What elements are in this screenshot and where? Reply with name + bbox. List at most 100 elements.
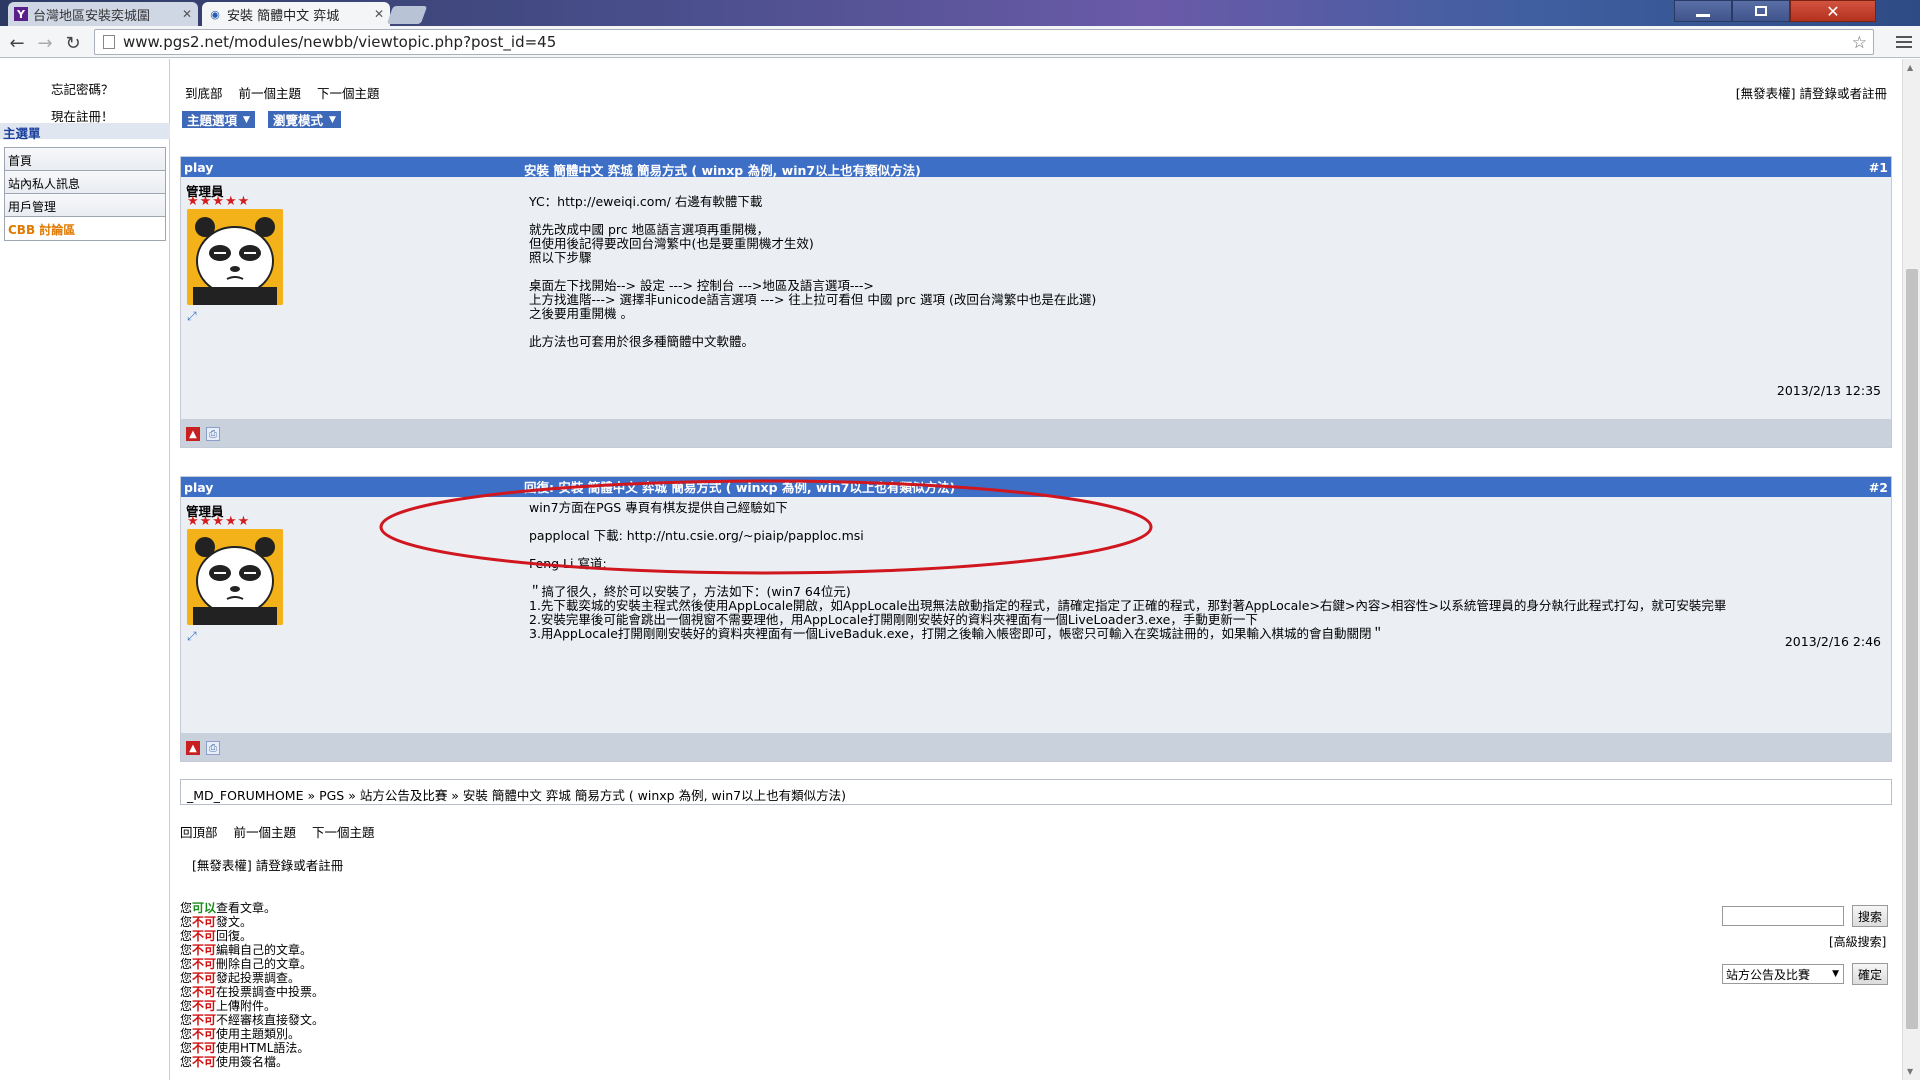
globe-favicon-icon: ◉ xyxy=(210,7,220,21)
prev-topic-link[interactable]: 前一個主題 xyxy=(234,825,297,840)
breadcrumb[interactable]: _MD_FORUMHOME » PGS » 站方公告及比賽 » 安裝 簡體中文 … xyxy=(180,779,1892,805)
dropdown-arrow-icon: ▼ xyxy=(243,114,250,125)
topic-options-dropdown[interactable]: 主題選項 ▼ xyxy=(182,111,255,128)
post-header: play 安裝 簡體中文 弈城 簡易方式 ( winxp 為例, win7以上也… xyxy=(181,157,1891,178)
print-icon[interactable]: ⎙ xyxy=(206,427,220,441)
topic-options-label: 主題選項 xyxy=(187,113,238,128)
post-author[interactable]: play xyxy=(184,480,213,495)
post-timestamp: 2013/2/13 12:35 xyxy=(1776,383,1881,398)
bottom-navigation: 回頂部 前一個主題 下一個主題 xyxy=(180,822,387,841)
avatar xyxy=(187,209,283,305)
scroll-thumb[interactable] xyxy=(1906,269,1918,1029)
search-button[interactable]: 搜索 xyxy=(1852,905,1888,927)
sidebar-item-forum[interactable]: CBB 討論區 xyxy=(5,217,165,240)
window-titlebar: Y 台灣地區安裝奕城圍 ✕ ◉ 安裝 簡體中文 弈城 ✕ ✕ xyxy=(0,0,1920,26)
panda-avatar-icon xyxy=(187,529,283,625)
chrome-menu-icon[interactable] xyxy=(1896,33,1912,51)
tab-1[interactable]: Y 台灣地區安裝奕城圍 ✕ xyxy=(8,2,198,26)
forward-button[interactable]: → xyxy=(34,32,56,54)
post-number[interactable]: #1 xyxy=(1869,160,1888,175)
scroll-up-icon[interactable]: ▲ xyxy=(1907,63,1913,72)
page-icon xyxy=(103,35,115,49)
permission-item: 您不可編輯自己的文章。 xyxy=(180,943,313,957)
address-bar[interactable]: www.pgs2.net/modules/newbb/viewtopic.php… xyxy=(94,29,1874,55)
post-line: 2.安裝完畢後可能會跳出一個視窗不需要理他，用AppLocale打開剛剛安裝好的… xyxy=(529,612,1258,627)
no-post-permission-text[interactable]: [無發表權] 請登錄或者註冊 xyxy=(1736,83,1887,102)
to-top-link[interactable]: 回頂部 xyxy=(180,825,218,840)
main-menu-title: 主選單 xyxy=(0,123,170,141)
forum-jump-select[interactable]: 站方公告及比賽 ▼ xyxy=(1722,964,1844,984)
tab-2-label: 安裝 簡體中文 弈城 xyxy=(227,8,340,24)
next-topic-link[interactable]: 下一個主題 xyxy=(317,86,380,101)
forgot-password-link[interactable]: 忘記密碼？ xyxy=(51,79,114,98)
restore-icon xyxy=(1755,6,1767,16)
print-icon[interactable]: ⎙ xyxy=(206,741,220,755)
pdf-icon[interactable]: ▲ xyxy=(186,427,200,441)
sidebar-item-home[interactable]: 首頁 xyxy=(5,148,165,171)
permission-item: 您不可上傳附件。 xyxy=(180,999,277,1013)
post-line: YC：http://eweiqi.com/ 右邊有軟體下載 xyxy=(529,194,763,209)
permission-item: 您不可在投票調查中投票。 xyxy=(180,985,325,999)
new-tab-button[interactable] xyxy=(386,6,428,24)
url-text: www.pgs2.net/modules/newbb/viewtopic.php… xyxy=(123,33,557,51)
reload-button[interactable]: ↻ xyxy=(62,32,84,54)
search-input[interactable] xyxy=(1722,906,1844,926)
yahoo-favicon-icon: Y xyxy=(14,7,28,21)
permission-item: 您不可發文。 xyxy=(180,915,253,929)
bookmark-star-icon[interactable]: ☆ xyxy=(1852,33,1867,53)
dropdown-arrow-icon: ▼ xyxy=(329,114,336,125)
permission-item: 您可以查看文章。 xyxy=(180,901,277,915)
sidebar-item-user-management[interactable]: 用戶管理 xyxy=(5,194,165,217)
minimize-icon xyxy=(1696,13,1710,17)
post-line: 之後要用重開機 。 xyxy=(529,306,633,321)
left-sidebar: 忘記密碼？ 現在註冊！ 主選單 首頁 站內私人訊息 用戶管理 CBB 討論區 xyxy=(0,59,170,1080)
permission-item: 您不可刪除自己的文章。 xyxy=(180,957,313,971)
permission-item: 您不可不經審核直接發文。 xyxy=(180,1013,325,1027)
chevron-down-icon: ▼ xyxy=(1832,969,1839,979)
view-mode-dropdown[interactable]: 瀏覽模式 ▼ xyxy=(268,111,341,128)
sidebar-item-private-messages[interactable]: 站內私人訊息 xyxy=(5,171,165,194)
permission-item: 您不可使用簽名檔。 xyxy=(180,1055,289,1069)
user-rank-stars: ★★★★★ xyxy=(187,514,251,529)
top-navigation: 到底部 前一個主題 下一個主題 xyxy=(185,83,392,102)
post-line: 照以下步驟 xyxy=(529,250,592,265)
post-line: 就先改成中國 prc 地區語言選項再重開機， xyxy=(529,222,770,237)
vertical-scrollbar[interactable]: ▲ ▼ xyxy=(1902,59,1920,1080)
annotation-ellipse xyxy=(379,479,1153,575)
post-line xyxy=(529,209,1096,223)
view-mode-label: 瀏覽模式 xyxy=(273,113,324,128)
advanced-search-link[interactable]: [高級搜索] xyxy=(1829,933,1886,950)
expand-icon[interactable]: ⤢ xyxy=(187,629,201,643)
reload-icon: ↻ xyxy=(65,32,81,54)
confirm-button[interactable]: 確定 xyxy=(1852,963,1888,985)
permissions-list: 您可以查看文章。 您不可發文。 您不可回復。 您不可編輯自己的文章。 您不可刪除… xyxy=(180,901,324,1069)
tab-2[interactable]: ◉ 安裝 簡體中文 弈城 ✕ xyxy=(202,2,390,26)
no-post-permission-text[interactable]: [無發表權] 請登錄或者註冊 xyxy=(192,855,343,874)
post-title: 安裝 簡體中文 弈城 簡易方式 ( winxp 為例, win7以上也有類似方法… xyxy=(524,163,921,178)
minimize-button[interactable] xyxy=(1674,0,1732,22)
back-arrow-icon: ← xyxy=(9,32,25,54)
post-line: 此方法也可套用於很多種簡體中文軟體。 xyxy=(529,334,755,349)
maximize-button[interactable] xyxy=(1732,0,1790,22)
page-viewport: 忘記密碼？ 現在註冊！ 主選單 首頁 站內私人訊息 用戶管理 CBB 討論區 到… xyxy=(0,59,1902,1080)
tab-close-icon[interactable]: ✕ xyxy=(368,7,384,21)
permission-item: 您不可發起投票調查。 xyxy=(180,971,301,985)
to-bottom-link[interactable]: 到底部 xyxy=(185,86,223,101)
tab-close-icon[interactable]: ✕ xyxy=(176,7,192,21)
post-line: 上方找進階---> 選擇非unicode語言選項 ---> 往上拉可看但 中國 … xyxy=(529,292,1097,307)
expand-icon[interactable]: ⤢ xyxy=(187,309,201,323)
next-topic-link[interactable]: 下一個主題 xyxy=(312,825,375,840)
window-close-button[interactable]: ✕ xyxy=(1790,0,1876,22)
forward-arrow-icon: → xyxy=(37,32,53,54)
post-author[interactable]: play xyxy=(184,160,213,175)
prev-topic-link[interactable]: 前一個主題 xyxy=(239,86,302,101)
main-menu: 首頁 站內私人訊息 用戶管理 CBB 討論區 xyxy=(4,147,166,241)
forum-post: play 安裝 簡體中文 弈城 簡易方式 ( winxp 為例, win7以上也… xyxy=(180,156,1892,448)
post-number[interactable]: #2 xyxy=(1869,480,1888,495)
post-line xyxy=(529,321,1096,335)
back-button[interactable]: ← xyxy=(6,32,28,54)
post-footer: ▲ ⎙ xyxy=(181,733,1891,761)
close-icon: ✕ xyxy=(1826,1,1840,21)
pdf-icon[interactable]: ▲ xyxy=(186,741,200,755)
scroll-down-icon[interactable]: ▼ xyxy=(1907,1067,1913,1076)
